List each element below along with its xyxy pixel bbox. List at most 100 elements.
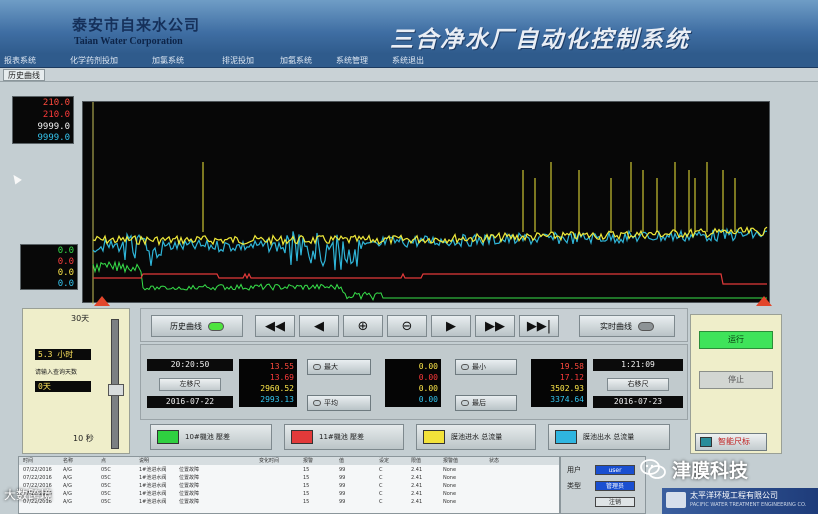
log-header-time: 时间 xyxy=(23,458,34,464)
tag-10-color-icon xyxy=(157,430,179,444)
start-time-field[interactable]: 20:20:50 xyxy=(147,359,233,371)
log-cell: 99 xyxy=(339,475,346,481)
scale-bottom-1: 0.0 xyxy=(57,246,74,256)
menu-item-sludge[interactable]: 排泥投加 xyxy=(222,55,254,66)
menu-item-exit[interactable]: 系统退出 xyxy=(392,55,424,66)
log-cell: C xyxy=(379,499,383,505)
tag-outflow-button[interactable]: 膜池出水 总流量 xyxy=(548,424,670,450)
zoom-out-button[interactable]: ⊖ xyxy=(387,315,427,337)
log-header-state: 状态 xyxy=(489,458,500,464)
value-3-1: 19.58 xyxy=(559,362,584,371)
user-value[interactable]: user xyxy=(595,465,635,475)
run-button[interactable]: 运行 xyxy=(699,331,773,349)
menu-item-chemical[interactable]: 化学药剂投加 xyxy=(70,55,118,66)
log-cell: 1#池进水阀 xyxy=(139,475,167,481)
trend-plot xyxy=(92,102,768,304)
jump-end-button[interactable]: ▶▶| xyxy=(519,315,559,337)
scale-top-2: 210.0 xyxy=(42,110,70,120)
log-header-limit: 限值 xyxy=(411,458,422,464)
right-shift-button[interactable]: 右移尺 xyxy=(607,378,669,391)
average-button[interactable]: 平均 xyxy=(307,395,371,411)
log-cell: 位置故障 xyxy=(179,491,200,497)
user-panel: 用户 user 类型 管理员 注销 xyxy=(560,456,646,514)
smart-rule-label: 智能尺标 xyxy=(718,437,750,446)
menu-item-ammonia[interactable]: 加氨系统 xyxy=(280,55,312,66)
log-cell: 1#池进水阀 xyxy=(139,491,167,497)
tag-11-pressure-button[interactable]: 11#機池 壓差 xyxy=(284,424,404,450)
left-shift-button[interactable]: 左移尺 xyxy=(159,378,221,391)
log-row[interactable]: 07/22/2016 A/G 05C 1#池进水阀 位置故障 15 99 C 2.41 None xyxy=(19,475,559,481)
tag-10-pressure-button[interactable]: 10#機池 壓差 xyxy=(150,424,272,450)
type-label: 类型 xyxy=(567,482,581,490)
min-button[interactable]: 最小 xyxy=(455,359,517,375)
step-forward-button[interactable]: ▶ xyxy=(431,315,471,337)
log-cell: None xyxy=(443,475,457,481)
data-panel: 20:20:50 左移尺 2016-07-22 13.55 13.69 2960… xyxy=(140,344,688,420)
logout-button[interactable]: 注销 xyxy=(595,497,635,507)
log-cell: 05C xyxy=(101,475,111,481)
series-outflow-line xyxy=(92,227,768,271)
log-header-alarm: 报警 xyxy=(303,458,314,464)
value-2-4: 0.00 xyxy=(418,395,438,404)
log-cell: C xyxy=(379,475,383,481)
wechat-icon xyxy=(640,459,666,479)
top-scale-box: 210.0 210.0 9999.0 9999.0 xyxy=(12,96,74,144)
right-cursor-marker-icon[interactable] xyxy=(756,296,772,306)
log-header-point: 点 xyxy=(101,458,107,464)
realtime-curve-button[interactable]: 实时曲线 xyxy=(579,315,675,337)
scale-top-1: 210.0 xyxy=(42,98,70,108)
duration-days-input[interactable]: 0天 xyxy=(35,381,91,392)
tag-outflow-label: 膜池出水 总流量 xyxy=(583,433,635,441)
left-cursor-marker-icon[interactable] xyxy=(94,296,110,306)
duration-slider[interactable] xyxy=(108,319,124,449)
log-row[interactable]: 07/22/2016 A/G 05C 1#池进水阀 位置故障 15 99 C 2.41 None xyxy=(19,467,559,473)
smart-rule-button[interactable]: 智能尺标 xyxy=(695,433,767,451)
log-cell: 2.41 xyxy=(411,499,423,505)
value-3-4: 3374.64 xyxy=(550,395,584,404)
value-1-2: 13.69 xyxy=(269,373,294,382)
menu-item-system-admin[interactable]: 系统管理 xyxy=(336,55,368,66)
log-row[interactable]: 07/22/2016 A/G 05C 1#池进水阀 位置故障 15 99 C 2.41 None xyxy=(19,483,559,489)
watermark-right: 津膜科技 xyxy=(640,456,748,482)
start-date-field[interactable]: 2016-07-22 xyxy=(147,396,233,408)
menu-item-report[interactable]: 报表系统 xyxy=(4,55,36,66)
fast-backward-button[interactable]: ◀◀ xyxy=(255,315,295,337)
step-backward-button[interactable]: ◀ xyxy=(299,315,339,337)
log-cell: A/G xyxy=(63,467,72,473)
log-cell: None xyxy=(443,491,457,497)
stop-button[interactable]: 停止 xyxy=(699,371,773,389)
scale-top-3: 9999.0 xyxy=(37,122,70,132)
trend-chart[interactable] xyxy=(82,101,770,304)
zoom-in-button[interactable]: ⊕ xyxy=(343,315,383,337)
tag-inflow-button[interactable]: 膜池进水 总流量 xyxy=(416,424,536,450)
last-button[interactable]: 最后 xyxy=(455,395,517,411)
log-cell: None xyxy=(443,467,457,473)
values-display-1: 13.55 13.69 2960.52 2993.13 xyxy=(239,359,297,407)
playback-toolbar: 历史曲线 ◀◀ ◀ ⊕ ⊖ ▶ ▶▶ ▶▶| 实时曲线 xyxy=(140,308,688,342)
end-date-field[interactable]: 2016-07-23 xyxy=(593,396,683,408)
fast-forward-button[interactable]: ▶▶ xyxy=(475,315,515,337)
type-value[interactable]: 管理员 xyxy=(595,481,635,491)
max-button[interactable]: 最大 xyxy=(307,359,371,375)
log-cell: 15 xyxy=(303,467,310,473)
tab-history-curve[interactable]: 历史曲线 xyxy=(3,69,45,81)
history-curve-button[interactable]: 历史曲线 xyxy=(151,315,243,337)
log-cell: 2.41 xyxy=(411,491,423,497)
log-cell: 2.41 xyxy=(411,475,423,481)
end-time-field[interactable]: 1:21:09 xyxy=(593,359,683,371)
log-cell: 99 xyxy=(339,491,346,497)
log-row[interactable]: 07/22/2016 A/G 05C 1#池进水阀 位置故障 15 99 C 2.41 None xyxy=(19,499,559,505)
log-cell: 99 xyxy=(339,467,346,473)
duration-slider-knob[interactable] xyxy=(108,384,124,396)
history-curve-label: 历史曲线 xyxy=(170,321,202,331)
log-header-row: 时间 名称 点 说明 变化时间 报警 值 设定 限值 报警值 状态 xyxy=(19,457,559,465)
alarm-log-table[interactable]: 时间 名称 点 说明 变化时间 报警 值 设定 限值 报警值 状态 07/22/… xyxy=(18,456,560,514)
realtime-status-lamp-icon xyxy=(638,321,654,331)
menu-item-chlorine[interactable]: 加氯系统 xyxy=(152,55,184,66)
series-11-pressure-line xyxy=(93,272,767,285)
log-row[interactable]: 07/22/2016 A/G 05C 1#池进水阀 位置故障 15 99 C 2.41 None xyxy=(19,491,559,497)
log-cell: 1#池进水阀 xyxy=(139,499,167,505)
scale-bottom-2: 0.0 xyxy=(57,257,74,267)
vendor-logo: 太平洋环境工程有限公司 PACIFIC WATER TREATMENT ENGI… xyxy=(662,488,818,514)
value-2-1: 0.00 xyxy=(418,362,438,371)
